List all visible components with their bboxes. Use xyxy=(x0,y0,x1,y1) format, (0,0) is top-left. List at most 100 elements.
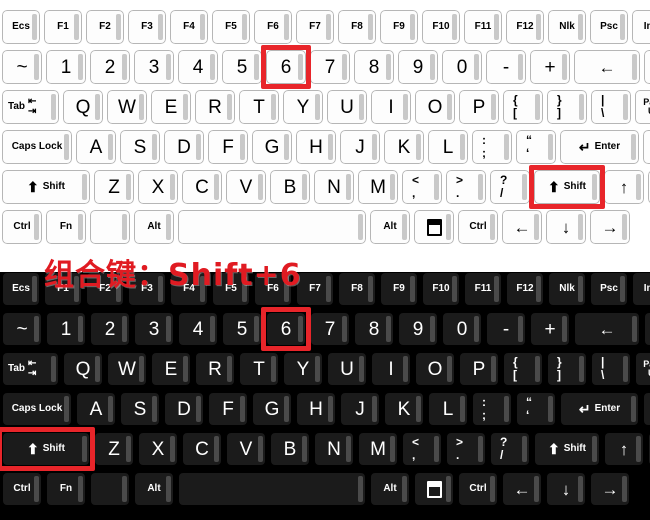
key-f1[interactable]: F1 xyxy=(44,10,82,44)
key-w[interactable]: W xyxy=(107,90,147,124)
key-y[interactable]: Y xyxy=(283,90,323,124)
key-page-up[interactable]: Page Up xyxy=(635,90,650,124)
key-g[interactable]: G xyxy=(252,130,292,164)
key-7[interactable]: 7 xyxy=(310,50,350,84)
key-f7[interactable]: F7 xyxy=(296,10,334,44)
key-backslash[interactable]: | \ xyxy=(591,90,631,124)
key-i[interactable]: I xyxy=(371,90,411,124)
key-esc[interactable]: Ecs xyxy=(2,10,40,44)
key-x[interactable]: X xyxy=(138,170,178,204)
key-comma[interactable]: <, xyxy=(402,170,442,204)
key-arrow-up[interactable]: ↑ xyxy=(604,432,644,466)
key-9[interactable]: 9 xyxy=(398,312,438,346)
key-p[interactable]: P xyxy=(459,90,499,124)
key-ins[interactable]: Ins xyxy=(632,10,650,44)
key-3[interactable]: 3 xyxy=(134,50,174,84)
key-right-shift[interactable]: ⬆ Shift xyxy=(534,432,600,466)
key-period[interactable]: >. xyxy=(446,170,486,204)
key-home[interactable]: Home xyxy=(644,312,650,346)
key-left-ctrl[interactable]: Ctrl xyxy=(2,210,42,244)
key-h[interactable]: H xyxy=(296,130,336,164)
key-space[interactable] xyxy=(178,472,366,506)
key-6[interactable]: 6 xyxy=(261,45,311,89)
key-p[interactable]: P xyxy=(459,352,499,386)
key-menu[interactable] xyxy=(414,472,454,506)
key-4[interactable]: 4 xyxy=(178,312,218,346)
key-w[interactable]: W xyxy=(107,352,147,386)
key-right-shift[interactable]: ⬆ Shift xyxy=(529,165,605,209)
key-period[interactable]: >. xyxy=(446,432,486,466)
key-2[interactable]: 2 xyxy=(90,50,130,84)
key-arrow-down[interactable]: ↓ xyxy=(546,210,586,244)
key-q[interactable]: Q xyxy=(63,90,103,124)
key-x[interactable]: X xyxy=(138,432,178,466)
key-bracket-right[interactable]: }] xyxy=(547,352,587,386)
key-bracket-right[interactable]: }] xyxy=(547,90,587,124)
key-left-alt[interactable]: Alt xyxy=(134,472,174,506)
key-s[interactable]: S xyxy=(120,130,160,164)
key-r[interactable]: R xyxy=(195,352,235,386)
key-d[interactable]: D xyxy=(164,392,204,426)
key-left-ctrl[interactable]: Ctrl xyxy=(2,472,42,506)
key-z[interactable]: Z xyxy=(94,170,134,204)
key-page-down[interactable]: Page Down xyxy=(643,130,650,164)
key-c[interactable]: C xyxy=(182,432,222,466)
key-page-down[interactable]: Page Down xyxy=(643,392,650,426)
key-tilde[interactable]: ~ xyxy=(2,50,42,84)
key-a[interactable]: A xyxy=(76,130,116,164)
key-minus[interactable]: - xyxy=(486,50,526,84)
key-f5[interactable]: F5 xyxy=(212,10,250,44)
key-v[interactable]: V xyxy=(226,170,266,204)
key-slash[interactable]: ? / xyxy=(490,170,530,204)
key-i[interactable]: I xyxy=(371,352,411,386)
key-f[interactable]: F xyxy=(208,392,248,426)
key-f10[interactable]: F10 xyxy=(422,272,460,306)
key-t[interactable]: T xyxy=(239,352,279,386)
key-8[interactable]: 8 xyxy=(354,312,394,346)
key-f6[interactable]: F6 xyxy=(254,10,292,44)
key-psc[interactable]: Psc xyxy=(590,272,628,306)
key-z[interactable]: Z xyxy=(94,432,134,466)
key-arrow-left[interactable]: ← xyxy=(502,210,542,244)
key-slash[interactable]: ? / xyxy=(490,432,530,466)
key-7[interactable]: 7 xyxy=(310,312,350,346)
key-k[interactable]: K xyxy=(384,392,424,426)
key-enter[interactable]: ↵ Enter xyxy=(560,130,639,164)
key-caps-lock[interactable]: Caps Lock xyxy=(2,130,72,164)
key-f10[interactable]: F10 xyxy=(422,10,460,44)
key-m[interactable]: M xyxy=(358,170,398,204)
key-d[interactable]: D xyxy=(164,130,204,164)
key-f8[interactable]: F8 xyxy=(338,10,376,44)
key-fn[interactable]: Fn xyxy=(46,210,86,244)
key-minus[interactable]: - xyxy=(486,312,526,346)
key-home[interactable]: Home xyxy=(644,50,650,84)
key-6[interactable]: 6 xyxy=(261,307,311,351)
key-u[interactable]: U xyxy=(327,352,367,386)
key-arrow-left[interactable]: ← xyxy=(502,472,542,506)
key-n[interactable]: N xyxy=(314,170,354,204)
key-c[interactable]: C xyxy=(182,170,222,204)
key-backspace[interactable]: ← xyxy=(574,312,640,346)
key-semicolon[interactable]: :; xyxy=(472,130,512,164)
key-right-ctrl[interactable]: Ctrl xyxy=(458,210,498,244)
key-quote[interactable]: “‘ xyxy=(516,130,556,164)
key-tilde[interactable]: ~ xyxy=(2,312,42,346)
key-f9[interactable]: F9 xyxy=(380,10,418,44)
key-l[interactable]: L xyxy=(428,392,468,426)
key-arrow-right[interactable]: → xyxy=(590,472,630,506)
key-backspace[interactable]: ← xyxy=(574,50,640,84)
key-1[interactable]: 1 xyxy=(46,312,86,346)
key-b[interactable]: B xyxy=(270,170,310,204)
key-g[interactable]: G xyxy=(252,392,292,426)
key-4[interactable]: 4 xyxy=(178,50,218,84)
key-k[interactable]: K xyxy=(384,130,424,164)
key-0[interactable]: 0 xyxy=(442,50,482,84)
key-quote[interactable]: “‘ xyxy=(516,392,556,426)
key-tab[interactable]: Tab ⇤ ⇥ xyxy=(2,352,59,386)
key-left-shift[interactable]: ⬆ Shift xyxy=(2,170,90,204)
key-menu[interactable] xyxy=(414,210,454,244)
key-right-alt[interactable]: Alt xyxy=(370,472,410,506)
key-f12[interactable]: F12 xyxy=(506,272,544,306)
key-o[interactable]: O xyxy=(415,90,455,124)
key-caps-lock[interactable]: Caps Lock xyxy=(2,392,72,426)
